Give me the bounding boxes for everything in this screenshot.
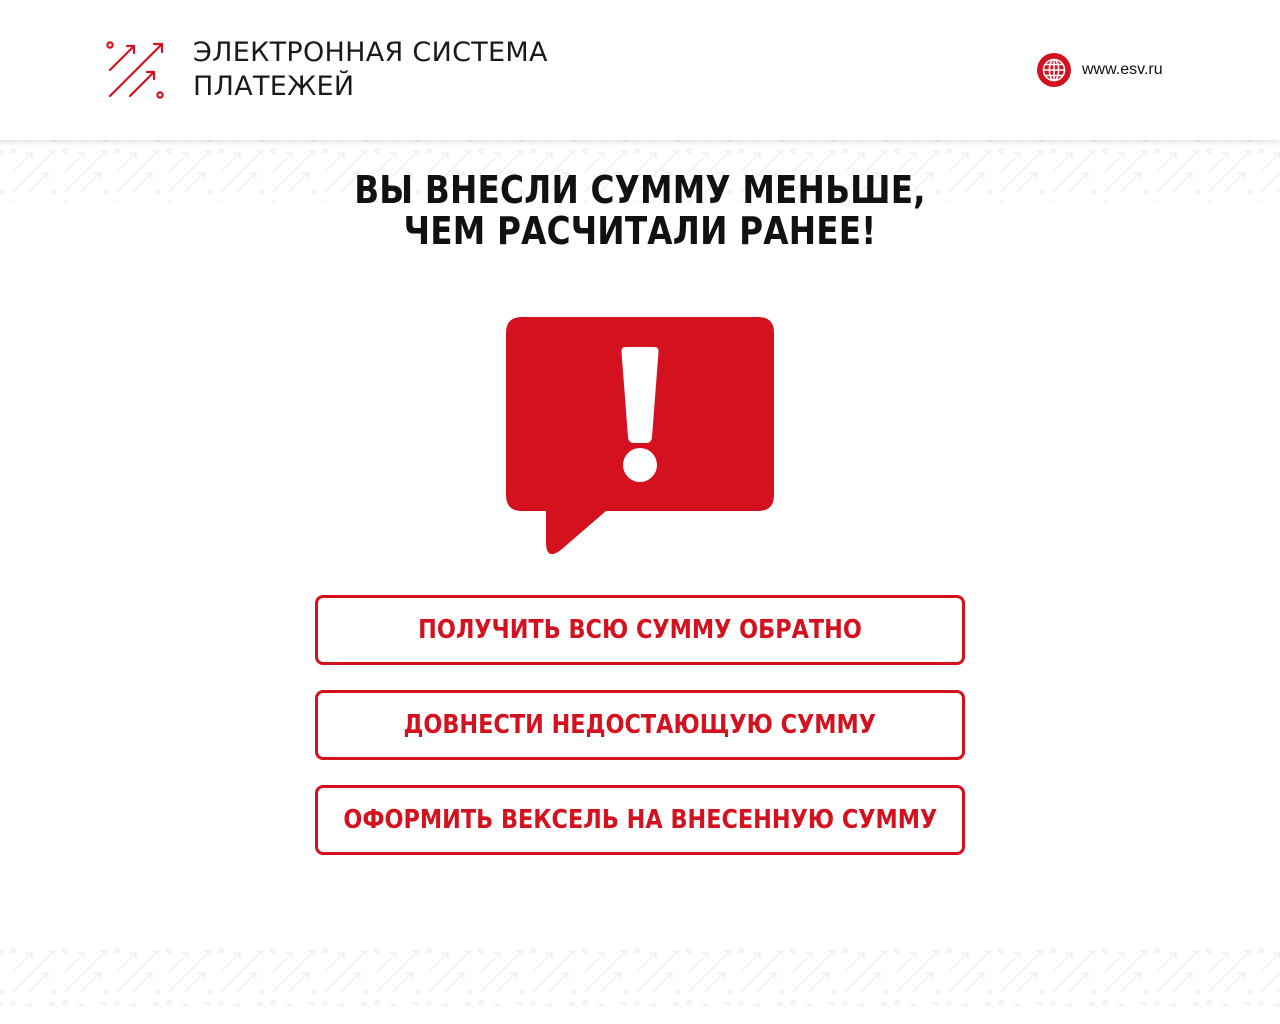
decorative-arrow-pattern-bottom [0,944,1280,1006]
get-full-refund-button-label: ПОЛУЧИТЬ ВСЮ СУММУ ОБРАТНО [418,615,862,645]
logo-text: ЭЛЕКТРОННАЯ СИСТЕМА ПЛАТЕЖЕЙ [193,36,548,104]
page-title-line-1: ВЫ ВНЕСЛИ СУММУ МЕНЬШЕ, [354,168,926,212]
add-missing-amount-button-label: ДОВНЕСТИ НЕДОСТАЮЩУЮ СУММУ [403,710,877,740]
logo-line-2: ПЛАТЕЖЕЙ [193,71,355,102]
globe-icon [1037,53,1071,87]
exclamation-speech-bubble-icon [506,317,774,554]
issue-promissory-note-button[interactable]: ОФОРМИТЬ ВЕКСЕЛЬ НА ВНЕСЕННУЮ СУММУ [315,785,965,855]
get-full-refund-button[interactable]: ПОЛУЧИТЬ ВСЮ СУММУ ОБРАТНО [315,595,965,665]
website-link[interactable]: www.esv.ru [1036,52,1163,88]
add-missing-amount-button[interactable]: ДОВНЕСТИ НЕДОСТАЮЩУЮ СУММУ [315,690,965,760]
header: ЭЛЕКТРОННАЯ СИСТЕМА ПЛАТЕЖЕЙ www.esv.ru [0,0,1280,140]
logo-arrows-icon [106,41,164,99]
page-title: ВЫ ВНЕСЛИ СУММУ МЕНЬШЕ, ЧЕМ РАСЧИТАЛИ РА… [0,170,1280,252]
page-title-line-2: ЧЕМ РАСЧИТАЛИ РАНЕЕ! [403,209,877,253]
logo-line-1: ЭЛЕКТРОННАЯ СИСТЕМА [193,37,548,68]
issue-promissory-note-button-label: ОФОРМИТЬ ВЕКСЕЛЬ НА ВНЕСЕННУЮ СУММУ [343,805,937,835]
payment-warning-screen: ЭЛЕКТРОННАЯ СИСТЕМА ПЛАТЕЖЕЙ www.esv.ru [0,0,1280,1024]
website-link-label: www.esv.ru [1082,61,1163,78]
